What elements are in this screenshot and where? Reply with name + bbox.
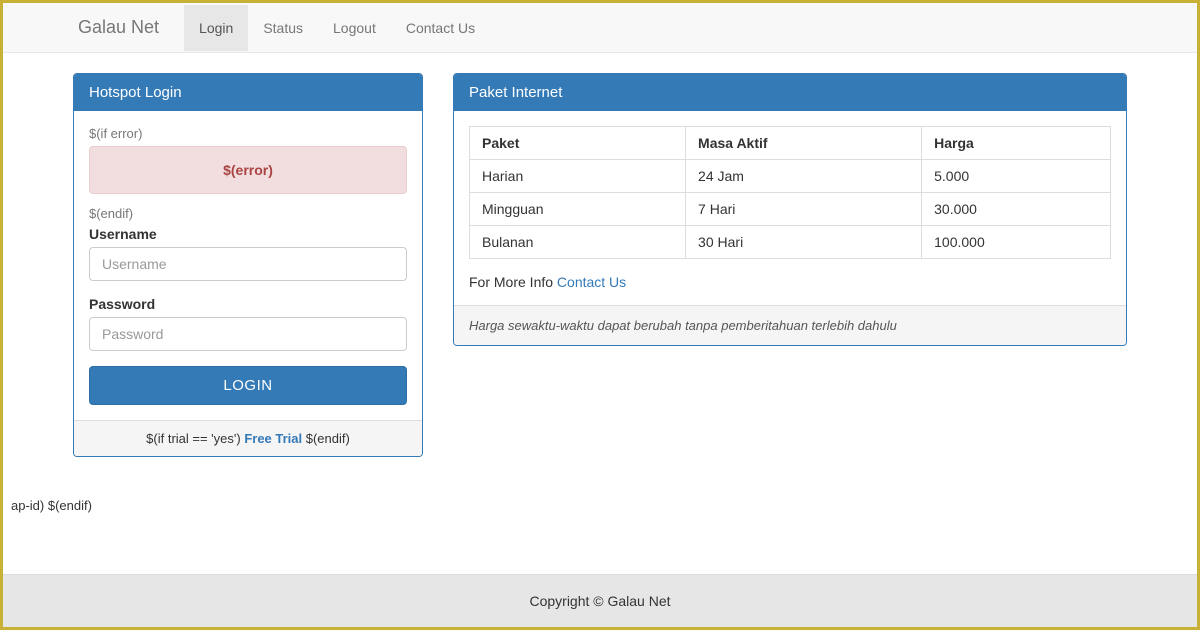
- paket-panel-title: Paket Internet: [454, 74, 1126, 111]
- stray-text: ap-id) $(endif): [11, 498, 92, 513]
- cell-masa: 30 Hari: [686, 226, 922, 259]
- if-error-text: $(if error): [89, 126, 407, 141]
- more-info-prefix: For More Info: [469, 274, 557, 290]
- table-row: Mingguan 7 Hari 30.000: [470, 193, 1111, 226]
- trial-suffix: $(endif): [302, 431, 350, 446]
- th-masa-aktif: Masa Aktif: [686, 127, 922, 160]
- cell-harga: 100.000: [922, 226, 1111, 259]
- main-container: Hotspot Login $(if error) $(error) $(end…: [3, 53, 1197, 477]
- endif-text: $(endif): [89, 206, 407, 221]
- table-row: Bulanan 30 Hari 100.000: [470, 226, 1111, 259]
- nav-item-status[interactable]: Status: [248, 5, 318, 51]
- cell-masa: 24 Jam: [686, 160, 922, 193]
- cell-harga: 5.000: [922, 160, 1111, 193]
- paket-panel-body: Paket Masa Aktif Harga Harian 24 Jam 5.0…: [454, 111, 1126, 305]
- paket-table: Paket Masa Aktif Harga Harian 24 Jam 5.0…: [469, 126, 1111, 259]
- login-panel-title: Hotspot Login: [74, 74, 422, 111]
- password-label: Password: [89, 296, 407, 312]
- paket-column: Paket Internet Paket Masa Aktif Harga Ha…: [453, 73, 1127, 477]
- free-trial-link[interactable]: Free Trial: [244, 431, 302, 446]
- login-button[interactable]: LOGIN: [89, 366, 407, 405]
- login-panel-footer: $(if trial == 'yes') Free Trial $(endif): [74, 420, 422, 456]
- password-input[interactable]: [89, 317, 407, 351]
- table-row: Harian 24 Jam 5.000: [470, 160, 1111, 193]
- trial-prefix: $(if trial == 'yes'): [146, 431, 244, 446]
- paket-panel: Paket Internet Paket Masa Aktif Harga Ha…: [453, 73, 1127, 346]
- username-label: Username: [89, 226, 407, 242]
- navbar: Galau Net Login Status Logout Contact Us: [3, 3, 1197, 53]
- table-header-row: Paket Masa Aktif Harga: [470, 127, 1111, 160]
- nav-item-contact[interactable]: Contact Us: [391, 5, 490, 51]
- brand[interactable]: Galau Net: [63, 2, 174, 53]
- nav-item-login[interactable]: Login: [184, 5, 248, 51]
- th-paket: Paket: [470, 127, 686, 160]
- username-group: Username: [89, 226, 407, 281]
- more-info-line: For More Info Contact Us: [469, 274, 1111, 290]
- paket-panel-note: Harga sewaktu-waktu dapat berubah tanpa …: [454, 305, 1126, 345]
- login-panel-body: $(if error) $(error) $(endif) Username P…: [74, 111, 422, 420]
- password-group: Password: [89, 296, 407, 351]
- cell-paket: Bulanan: [470, 226, 686, 259]
- nav-list: Login Status Logout Contact Us: [184, 5, 490, 51]
- nav-item-logout[interactable]: Logout: [318, 5, 391, 51]
- cell-masa: 7 Hari: [686, 193, 922, 226]
- login-panel: Hotspot Login $(if error) $(error) $(end…: [73, 73, 423, 457]
- error-alert: $(error): [89, 146, 407, 194]
- footer: Copyright © Galau Net: [3, 574, 1197, 627]
- cell-paket: Harian: [470, 160, 686, 193]
- login-column: Hotspot Login $(if error) $(error) $(end…: [73, 73, 423, 477]
- username-input[interactable]: [89, 247, 407, 281]
- contact-us-link[interactable]: Contact Us: [557, 274, 626, 290]
- th-harga: Harga: [922, 127, 1111, 160]
- cell-paket: Mingguan: [470, 193, 686, 226]
- cell-harga: 30.000: [922, 193, 1111, 226]
